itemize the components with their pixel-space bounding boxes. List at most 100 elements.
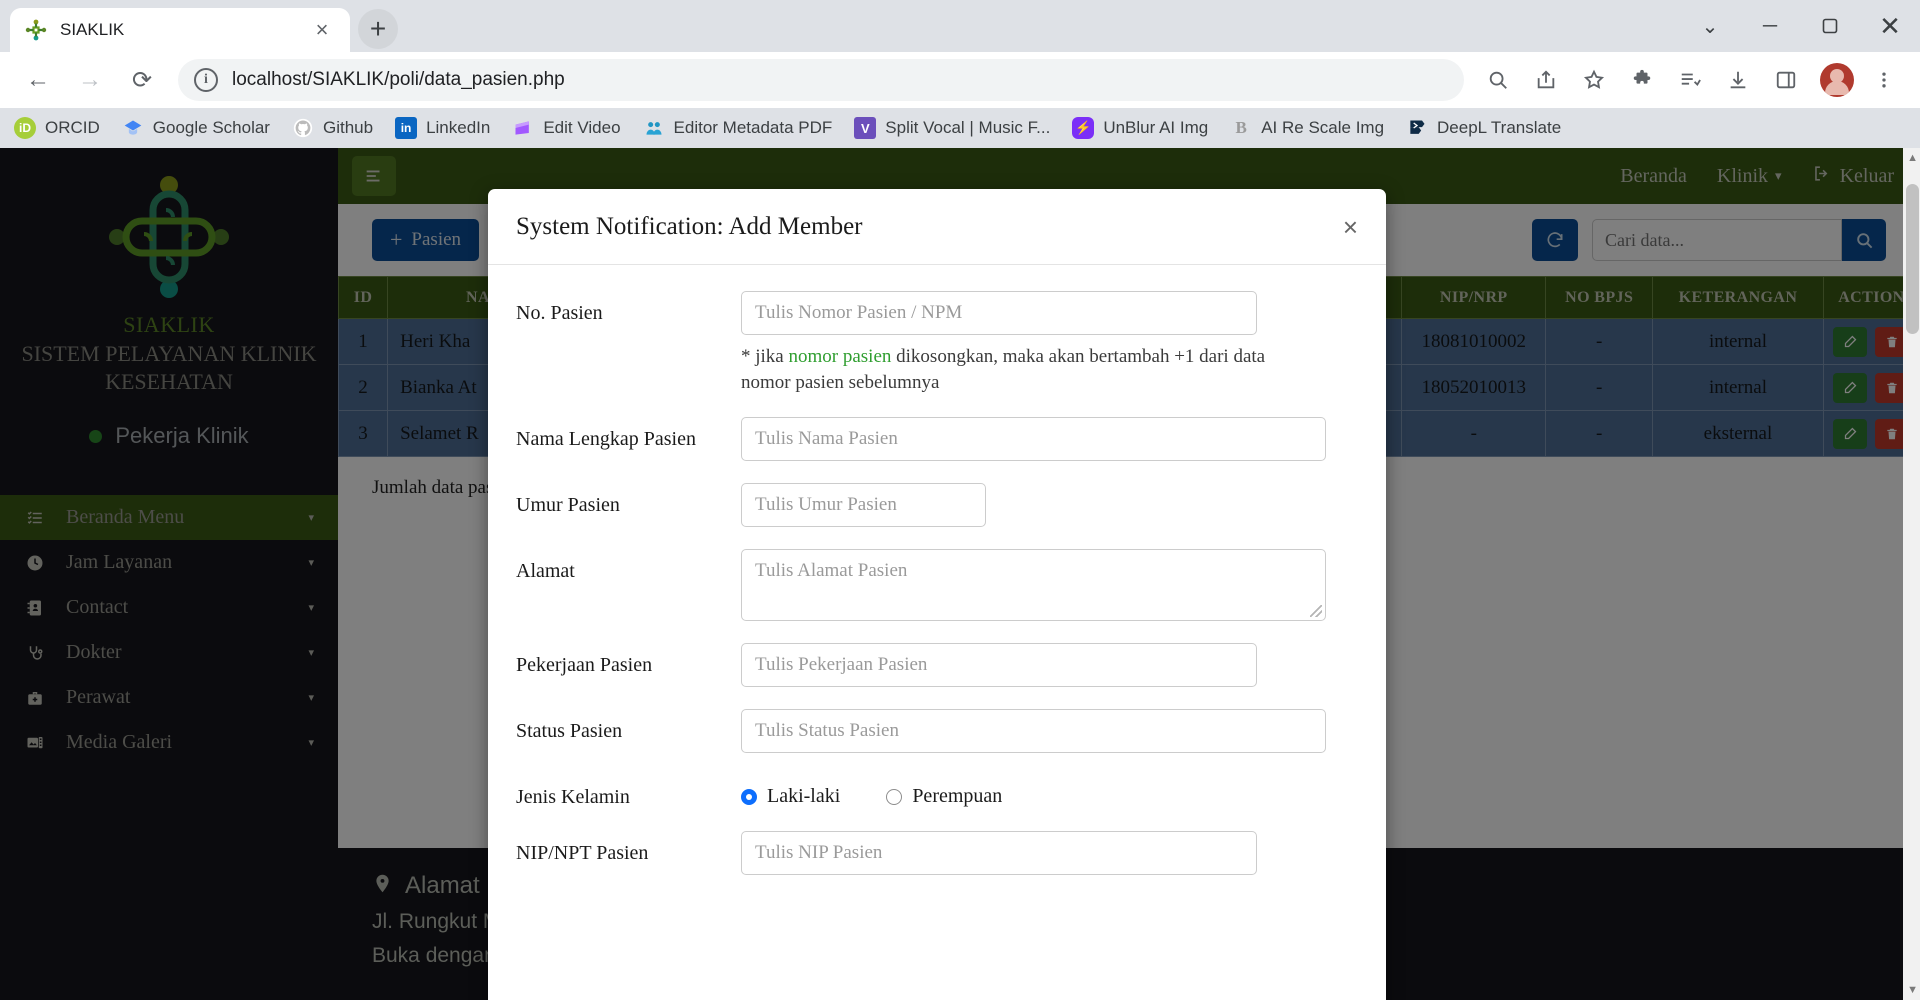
toolbar-actions	[1474, 59, 1908, 101]
field-label: NIP/NPT Pasien	[516, 842, 649, 865]
close-window-button[interactable]: ✕	[1860, 0, 1920, 52]
reading-list-icon[interactable]	[1669, 59, 1711, 101]
star-icon[interactable]	[1573, 59, 1615, 101]
modal-header: System Notification: Add Member ×	[488, 189, 1386, 265]
window-controls: ⌄ ─ ✕	[1680, 0, 1920, 52]
close-icon[interactable]: ×	[1343, 214, 1358, 240]
bookmark-label: Github	[322, 118, 374, 137]
new-tab-button[interactable]: +	[358, 9, 398, 49]
tab-search-icon[interactable]: ⌄	[1680, 0, 1740, 52]
field-label: Alamat	[516, 560, 575, 583]
field-status: Status Pasien Tulis Status Pasien	[516, 709, 1358, 754]
scroll-up-arrow-icon[interactable]: ▲	[1907, 152, 1918, 164]
site-info-icon[interactable]: i	[194, 68, 218, 92]
field-label: Umur Pasien	[516, 494, 620, 517]
bookmarks-bar: iD ORCID Google Scholar Github in Linked…	[0, 108, 1920, 148]
modal-title: System Notification: Add Member	[516, 212, 863, 240]
browser-tab[interactable]: SIAKLIK ×	[10, 8, 350, 52]
bookmark-label: Editor Metadata PDF	[673, 118, 833, 137]
radio-laki-laki[interactable]: Laki-laki	[741, 785, 840, 808]
unblur-ai-icon: ⚡	[1072, 117, 1095, 139]
split-vocal-icon: V	[854, 117, 877, 139]
bookmark-deepl[interactable]: DeepL Translate	[1406, 117, 1561, 139]
field-label: Pekerjaan Pasien	[516, 654, 653, 677]
maximize-button[interactable]	[1800, 0, 1860, 52]
address-bar[interactable]: i localhost/SIAKLIK/poli/data_pasien.php	[178, 59, 1464, 101]
gender-radio-group: Laki-laki Perempuan	[741, 775, 1358, 808]
bookmark-label: DeepL Translate	[1437, 118, 1562, 137]
scroll-down-arrow-icon[interactable]: ▼	[1907, 984, 1918, 996]
field-label: Status Pasien	[516, 720, 623, 743]
profile-avatar[interactable]	[1820, 63, 1854, 97]
bookmark-google-scholar[interactable]: Google Scholar	[122, 117, 270, 139]
bookmark-label: LinkedIn	[426, 118, 491, 137]
hint-prefix: * jika	[741, 346, 789, 367]
field-pekerjaan: Pekerjaan Pasien Tulis Pekerjaan Pasien	[516, 643, 1358, 688]
bookmark-label: AI Re Scale Img	[1261, 118, 1385, 137]
edit-video-icon	[512, 117, 534, 139]
nama-lengkap-input[interactable]: Tulis Nama Pasien	[741, 417, 1326, 462]
chrome-menu-icon[interactable]	[1863, 59, 1905, 101]
minimize-button[interactable]: ─	[1740, 0, 1800, 52]
orcid-icon: iD	[14, 117, 36, 139]
modal-body: No. Pasien Tulis Nomor Pasien / NPM * ji…	[488, 265, 1386, 1000]
field-jenis-kelamin: Jenis Kelamin Laki-laki Perempuan	[516, 775, 1358, 809]
bookmark-label: ORCID	[45, 118, 100, 137]
hint-highlight: nomor pasien	[788, 346, 892, 367]
field-label: Jenis Kelamin	[516, 786, 630, 809]
url-text: localhost/SIAKLIK/poli/data_pasien.php	[232, 69, 565, 90]
no-pasien-input[interactable]: Tulis Nomor Pasien / NPM	[741, 291, 1257, 335]
field-umur: Umur Pasien Tulis Umur Pasien	[516, 483, 1358, 528]
field-no-pasien: No. Pasien Tulis Nomor Pasien / NPM * ji…	[516, 291, 1358, 395]
field-nama-lengkap: Nama Lengkap Pasien Tulis Nama Pasien	[516, 417, 1358, 462]
radio-dot-icon	[741, 788, 757, 805]
alamat-textarea[interactable]: Tulis Alamat Pasien	[741, 549, 1326, 622]
page-scrollbar[interactable]: ▲ ▼	[1903, 148, 1920, 1000]
browser-window: SIAKLIK × + ⌄ ─ ✕ ← → ⟳ i localhost/SIAK…	[0, 0, 1920, 1000]
bookmark-label: Google Scholar	[152, 118, 270, 137]
pekerjaan-input[interactable]: Tulis Pekerjaan Pasien	[741, 643, 1257, 688]
bookmark-label: UnBlur AI Img	[1103, 118, 1209, 137]
bookmark-editor-metadata-pdf[interactable]: Editor Metadata PDF	[643, 117, 833, 139]
field-label: No. Pasien	[516, 302, 603, 324]
page-viewport: SIAKLIK SISTEM PELAYANAN KLINIK KESEHATA…	[0, 148, 1920, 1000]
bookmark-ai-rescale[interactable]: B AI Re Scale Img	[1230, 117, 1385, 139]
radio-label: Laki-laki	[767, 785, 841, 808]
field-label: Nama Lengkap Pasien	[516, 428, 696, 451]
radio-perempuan[interactable]: Perempuan	[886, 785, 1002, 808]
github-icon	[292, 117, 314, 139]
bookmark-split-vocal[interactable]: V Split Vocal | Music F...	[854, 117, 1050, 139]
add-member-modal: System Notification: Add Member × No. Pa…	[488, 189, 1386, 1000]
side-panel-icon[interactable]	[1765, 59, 1807, 101]
share-icon[interactable]	[1525, 59, 1567, 101]
browser-toolbar: ← → ⟳ i localhost/SIAKLIK/poli/data_pasi…	[0, 52, 1920, 108]
scrollbar-thumb[interactable]	[1906, 184, 1919, 334]
radio-dot-icon	[886, 788, 903, 805]
reload-icon[interactable]: ⟳	[120, 58, 164, 102]
tab-title: SIAKLIK	[60, 20, 125, 39]
status-input[interactable]: Tulis Status Pasien	[741, 709, 1326, 754]
linkedin-icon: in	[395, 117, 418, 139]
field-nip-npt: NIP/NPT Pasien Tulis NIP Pasien	[516, 831, 1358, 876]
bookmark-orcid[interactable]: iD ORCID	[14, 117, 100, 139]
bookmark-edit-video[interactable]: Edit Video	[512, 117, 621, 139]
back-icon[interactable]: ←	[16, 58, 60, 102]
editor-metadata-pdf-icon	[643, 117, 665, 139]
bookmark-label: Split Vocal | Music F...	[885, 118, 1051, 137]
forward-icon[interactable]: →	[68, 58, 112, 102]
close-icon[interactable]: ×	[308, 16, 336, 44]
no-pasien-hint: * jika nomor pasien dikosongkan, maka ak…	[741, 344, 1286, 395]
nip-npt-input[interactable]: Tulis NIP Pasien	[741, 831, 1257, 876]
zoom-icon[interactable]	[1477, 59, 1519, 101]
ai-rescale-icon: B	[1235, 118, 1247, 137]
bookmark-linkedin[interactable]: in LinkedIn	[395, 117, 490, 139]
bookmark-github[interactable]: Github	[292, 117, 373, 139]
field-alamat: Alamat Tulis Alamat Pasien	[516, 549, 1358, 622]
downloads-icon[interactable]	[1717, 59, 1759, 101]
umur-input[interactable]: Tulis Umur Pasien	[741, 483, 986, 528]
bookmark-unblur-ai[interactable]: ⚡ UnBlur AI Img	[1072, 117, 1208, 139]
extensions-icon[interactable]	[1621, 59, 1663, 101]
bookmark-label: Edit Video	[543, 118, 621, 137]
radio-label: Perempuan	[912, 785, 1003, 808]
siaklik-logo-icon	[24, 18, 48, 42]
